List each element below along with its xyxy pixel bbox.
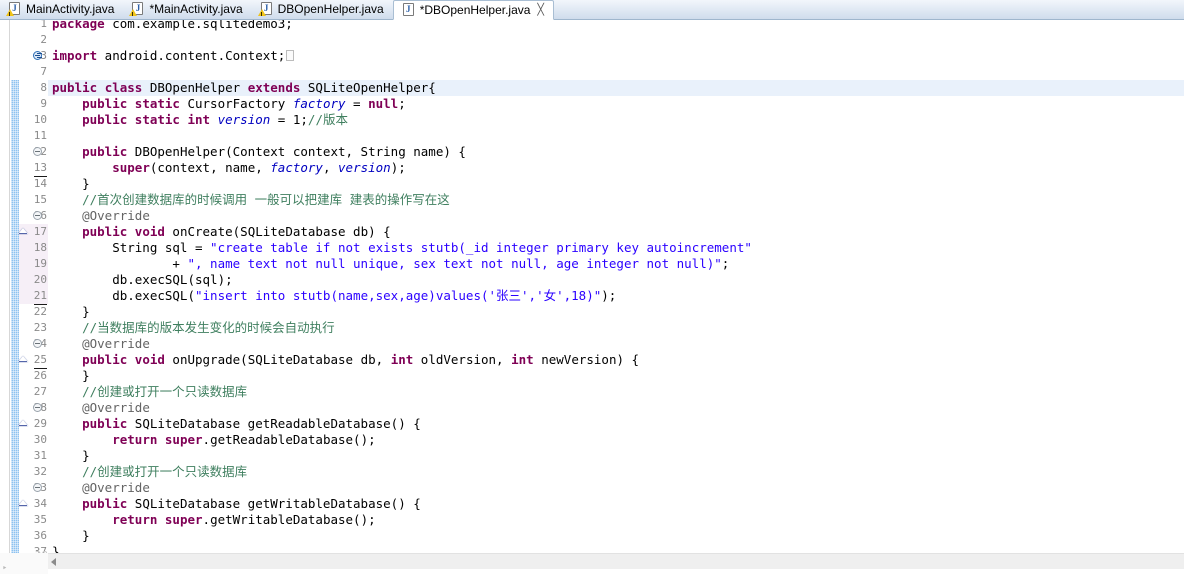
code-line[interactable]: @Override (48, 336, 150, 352)
code-line[interactable]: public DBOpenHelper(Context context, Str… (48, 144, 466, 160)
window-corner-marker: ‣ (2, 563, 8, 573)
code-line[interactable]: String sql = "create table if not exists… (48, 240, 752, 256)
code-line[interactable]: public static CursorFactory factory = nu… (48, 96, 406, 112)
code-line[interactable]: super(context, name, factory, version); (48, 160, 406, 176)
code-line[interactable]: } (48, 304, 90, 320)
code-line[interactable]: } (48, 368, 90, 384)
code-line[interactable]: } (48, 176, 90, 192)
code-line[interactable] (48, 32, 52, 48)
line-number: 11 (33, 129, 47, 142)
line-number: 9 (40, 97, 47, 110)
line-number: 18 (19, 240, 48, 256)
line-number: 14 (33, 177, 47, 190)
line-number: 15 (33, 193, 47, 206)
java-file-warning-icon: J (257, 2, 273, 16)
fold-collapse-icon[interactable] (33, 403, 42, 412)
tab-mainactivity-java-modified[interactable]: J *MainActivity.java (123, 0, 251, 19)
code-line[interactable]: public void onUpgrade(SQLiteDatabase db,… (48, 352, 639, 368)
code-line[interactable]: //创建或打开一个只读数据库 (48, 464, 247, 480)
code-line[interactable]: + ", name text not null unique, sex text… (48, 256, 729, 272)
code-content[interactable]: package com.example.sqlitedemo3; import a… (48, 20, 1184, 553)
java-file-warning-icon: J (6, 2, 21, 16)
line-number: 8 (40, 81, 47, 94)
tab-label: MainActivity.java (26, 2, 115, 16)
horizontal-scrollbar[interactable] (48, 553, 1184, 569)
override-method-icon (18, 420, 28, 426)
line-number: 26 (33, 369, 47, 382)
scroll-left-arrow-icon[interactable] (51, 558, 56, 566)
line-number: 22 (33, 305, 47, 318)
code-line[interactable]: db.execSQL("insert into stutb(name,sex,a… (48, 288, 616, 304)
change-bar-column (11, 20, 19, 553)
code-line[interactable]: public void onCreate(SQLiteDatabase db) … (48, 224, 391, 240)
collapsed-imports-placeholder[interactable] (286, 50, 295, 61)
tab-label: *MainActivity.java (149, 2, 243, 16)
code-line[interactable]: db.execSQL(sql); (48, 272, 232, 288)
override-method-icon (18, 500, 28, 506)
code-line[interactable] (48, 64, 52, 80)
code-line[interactable]: return super.getWritableDatabase(); (48, 512, 375, 528)
code-line[interactable]: } (48, 448, 90, 464)
override-method-icon (18, 228, 28, 234)
line-number: 20 (19, 272, 48, 288)
line-number: 23 (33, 321, 47, 334)
line-number: 27 (33, 385, 47, 398)
line-number: 35 (33, 513, 47, 526)
code-line[interactable]: package com.example.sqlitedemo3; (48, 20, 293, 32)
fold-expand-icon[interactable] (33, 51, 42, 60)
code-line[interactable]: @Override (48, 480, 150, 496)
code-line[interactable]: } (48, 528, 90, 544)
line-number: 1 (40, 20, 47, 30)
code-line[interactable]: public static int version = 1;//版本 (48, 112, 348, 128)
quick-diff-change-bar (11, 80, 19, 553)
code-line[interactable]: import android.content.Context; (48, 48, 295, 64)
tab-dbopenhelper-java[interactable]: J DBOpenHelper.java (252, 0, 393, 19)
fold-collapse-icon[interactable] (33, 483, 42, 492)
line-number: 10 (33, 113, 47, 126)
fold-collapse-icon[interactable] (33, 211, 42, 220)
java-file-warning-icon: J (129, 2, 144, 16)
code-line[interactable] (48, 128, 52, 144)
code-line[interactable]: @Override (48, 400, 150, 416)
fold-collapse-icon[interactable] (33, 339, 42, 348)
fold-collapse-icon[interactable] (33, 147, 42, 156)
code-line[interactable]: //首次创建数据库的时候调用 一般可以把建库 建表的操作写在这 (48, 192, 450, 208)
code-editor[interactable]: 1237891011121314151617181920212223242526… (0, 20, 1184, 553)
tab-mainactivity-java[interactable]: J MainActivity.java (0, 0, 123, 19)
line-number: 19 (19, 256, 48, 273)
tab-dbopenhelper-java-modified-active[interactable]: J *DBOpenHelper.java ╳ (392, 0, 555, 20)
code-line[interactable]: public SQLiteDatabase getReadableDatabas… (48, 416, 421, 432)
code-line[interactable]: //当数据库的版本发生变化的时候会自动执行 (48, 320, 335, 336)
editor-tab-bar: J MainActivity.java J *MainActivity.java… (0, 0, 1184, 20)
java-file-icon: J (401, 3, 415, 17)
line-number: 13 (19, 160, 48, 177)
code-line[interactable]: public class DBOpenHelper extends SQLite… (48, 80, 1184, 96)
annotation-ruler[interactable] (0, 20, 10, 553)
line-number: 21 (19, 288, 48, 305)
line-number: 30 (33, 433, 47, 446)
line-number-gutter: 1237891011121314151617181920212223242526… (19, 20, 48, 553)
code-line[interactable]: //创建或打开一个只读数据库 (48, 384, 247, 400)
editor-bottom-left-strip (0, 553, 48, 574)
tab-label: *DBOpenHelper.java (419, 3, 531, 17)
tab-label: DBOpenHelper.java (277, 2, 384, 16)
line-number: 31 (33, 449, 47, 462)
line-number: 7 (40, 65, 47, 78)
line-number: 36 (33, 529, 47, 542)
override-method-icon (18, 356, 28, 362)
close-icon[interactable]: ╳ (537, 4, 544, 16)
code-line[interactable]: @Override (48, 208, 150, 224)
tab-bar-filler (554, 0, 1184, 19)
line-number: 32 (33, 465, 47, 478)
code-line[interactable]: } (48, 544, 60, 553)
line-number: 2 (40, 33, 47, 46)
code-line[interactable]: public SQLiteDatabase getWritableDatabas… (48, 496, 421, 512)
code-line[interactable]: return super.getReadableDatabase(); (48, 432, 375, 448)
